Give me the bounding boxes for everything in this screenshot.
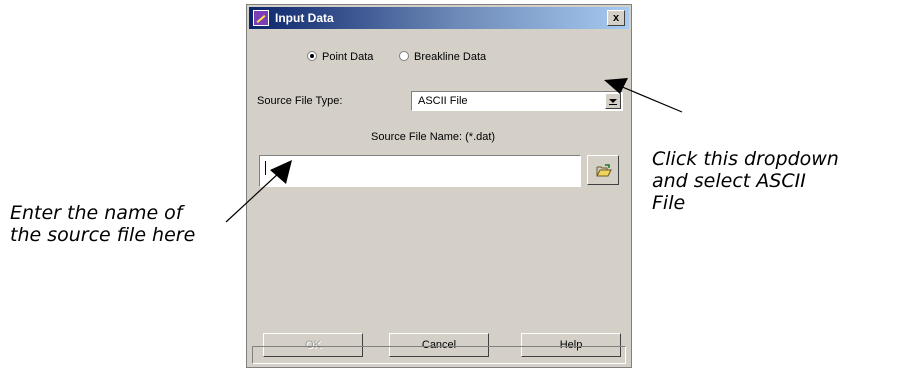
folder-open-icon bbox=[596, 164, 612, 177]
chevron-down-icon[interactable] bbox=[605, 93, 621, 109]
dialog-title: Input Data bbox=[275, 11, 334, 25]
close-button[interactable]: x bbox=[607, 10, 625, 26]
radio-point-data[interactable]: Point Data bbox=[307, 51, 373, 63]
input-data-dialog: Input Data x Point Data Breakline Data S… bbox=[246, 4, 632, 368]
close-icon: x bbox=[612, 12, 620, 24]
stage: Input Data x Point Data Breakline Data S… bbox=[0, 0, 905, 370]
text-caret bbox=[265, 161, 266, 175]
dropdown-annotation-line-3: File bbox=[652, 192, 686, 214]
browse-button[interactable] bbox=[587, 155, 619, 185]
file-annotation-line-2: the source file here bbox=[10, 224, 196, 246]
radio-button-checked[interactable] bbox=[307, 51, 317, 61]
source-file-name-label: Source File Name: (*.dat) bbox=[371, 131, 496, 143]
file-annotation: Enter the name of the source file here bbox=[10, 202, 195, 246]
source-file-type-dropdown[interactable]: ASCII File bbox=[411, 91, 623, 111]
file-annotation-line-1: Enter the name of bbox=[10, 202, 183, 224]
source-file-type-label: Source File Type: bbox=[257, 95, 343, 107]
radio-button-unchecked[interactable] bbox=[399, 51, 409, 61]
radio-breakline-data[interactable]: Breakline Data bbox=[399, 51, 486, 63]
app-icon bbox=[253, 10, 269, 26]
radio-point-data-label: Point Data bbox=[322, 51, 374, 63]
title-bar[interactable]: Input Data x bbox=[249, 7, 629, 29]
radio-breakline-data-label: Breakline Data bbox=[414, 51, 487, 63]
dropdown-annotation: Click this dropdown and select ASCII Fil… bbox=[652, 148, 839, 214]
status-bar bbox=[252, 346, 626, 364]
dropdown-annotation-line-2: and select ASCII bbox=[652, 170, 806, 192]
source-file-type-value: ASCII File bbox=[418, 95, 468, 107]
dropdown-annotation-line-1: Click this dropdown bbox=[652, 148, 839, 170]
source-file-name-input[interactable] bbox=[259, 155, 581, 187]
